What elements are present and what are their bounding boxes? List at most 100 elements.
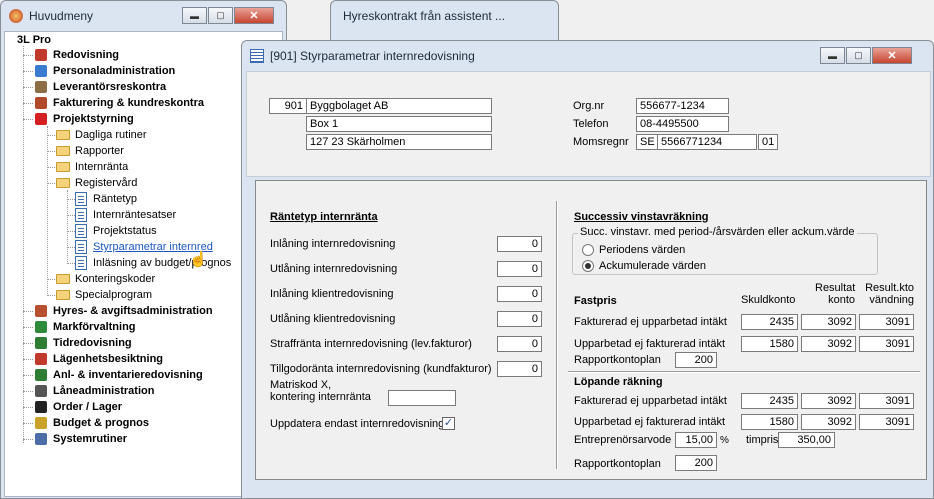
tree-item-0-label: Redovisning: [53, 49, 120, 61]
fast_rows-resultvandning[interactable]: 3091: [859, 336, 914, 352]
tree-connector: [47, 279, 55, 280]
main-title: Huvudmeny: [29, 9, 94, 23]
tree-item2-4[interactable]: Anl- & inventarieredovisning: [33, 367, 203, 383]
tree-item2-2[interactable]: Tidredovisning: [33, 335, 132, 351]
rantetyp-row-field[interactable]: 0: [497, 311, 542, 327]
company-address[interactable]: Box 1: [306, 116, 492, 132]
fast_rows-label: Fakturerad ej upparbetad intäkt: [574, 316, 727, 328]
company-number[interactable]: 901: [269, 98, 307, 114]
hyreskontrakt-titlebar[interactable]: Hyreskontrakt från assistent ...: [331, 1, 558, 31]
tree-item-2[interactable]: Leverantörsreskontra: [33, 79, 166, 95]
moms-suffix-field[interactable]: 01: [758, 134, 778, 150]
radio-ackumulerade[interactable]: Ackumulerade värden: [582, 260, 706, 273]
tree-item2-0[interactable]: Hyres- & avgiftsadministration: [33, 303, 213, 319]
lop_rows-resultvandning[interactable]: 3091: [859, 393, 914, 409]
tree-connector: [47, 295, 55, 296]
dialog-close-button[interactable]: ✕: [872, 47, 912, 64]
telefon-field[interactable]: 08-4495500: [636, 116, 729, 132]
org-field[interactable]: 556677-1234: [636, 98, 729, 114]
tree-sub-3[interactable]: Registervård: [55, 175, 137, 191]
tree-item2-6[interactable]: Order / Lager: [33, 399, 122, 415]
folder-icon: [55, 176, 71, 190]
minimize-button[interactable]: ▬: [182, 7, 207, 24]
tree-item2-3[interactable]: Lägenhetsbesiktning: [33, 351, 163, 367]
fast_rows-skuldkonto[interactable]: 1580: [741, 336, 798, 352]
update-checkbox[interactable]: ✓: [442, 417, 455, 430]
tree-sub-1-label: Rapporter: [75, 145, 124, 157]
tree-leaf-0[interactable]: Räntetyp: [73, 191, 137, 207]
moms-number-field[interactable]: 5566771234: [657, 134, 757, 150]
tree-root[interactable]: 3L Pro: [17, 32, 51, 48]
radio-periodens-dot[interactable]: [582, 244, 594, 257]
tree-connector: [47, 135, 55, 136]
radio-periodens[interactable]: Periodens värden: [582, 244, 685, 257]
tree-connector: [47, 183, 55, 184]
close-button[interactable]: ✕: [234, 7, 274, 24]
matriskod-field[interactable]: [388, 390, 456, 406]
company-city[interactable]: 127 23 Skärholmen: [306, 134, 492, 150]
lop_rows-resultatkonto[interactable]: 3092: [801, 414, 856, 430]
rantetyp-row-field[interactable]: 0: [497, 261, 542, 277]
tree-leaf-1-label: Internräntesatser: [93, 209, 177, 221]
tree-connector: [23, 119, 33, 120]
lop_rows-resultatkonto[interactable]: 3092: [801, 393, 856, 409]
rapport-field-1[interactable]: 200: [675, 352, 717, 368]
dialog-maximize-button[interactable]: ▢: [846, 47, 871, 64]
rantetyp-row-field[interactable]: 0: [497, 286, 542, 302]
hyreskontrakt-title: Hyreskontrakt från assistent ...: [343, 9, 506, 23]
tree-item-3[interactable]: Fakturering & kundreskontra: [33, 95, 204, 111]
folder-icon: [55, 160, 71, 174]
tree-item2-8[interactable]: Systemrutiner: [33, 431, 127, 447]
fast_rows-resultatkonto[interactable]: 3092: [801, 314, 856, 330]
tree-item-1[interactable]: Personaladministration: [33, 63, 175, 79]
tree-connector: [67, 190, 68, 262]
update-label: Uppdatera endast internredovisning: [270, 418, 445, 430]
tree-sub-2[interactable]: Internränta: [55, 159, 128, 175]
tree-item2-1[interactable]: Markförvaltning: [33, 319, 136, 335]
vinstavr-group-title: Succ. vinstavr. med period-/årsvärden el…: [578, 226, 857, 238]
tree-leaf-1[interactable]: Internräntesatser: [73, 207, 176, 223]
radio-ackumulerade-dot[interactable]: [582, 260, 594, 273]
rapport-label-2: Rapportkontoplan: [574, 458, 661, 470]
styrparametrar-dialog[interactable]: [901] Styrparametrar internredovisning ▬…: [241, 40, 934, 499]
fast_rows-resultatkonto[interactable]: 3092: [801, 336, 856, 352]
folder-icon: [55, 144, 71, 158]
tree-sub-3-label: Registervård: [75, 177, 138, 189]
tree-sub-0[interactable]: Dagliga rutiner: [55, 127, 147, 143]
lop_rows-skuldkonto[interactable]: 2435: [741, 393, 798, 409]
moms-country-field[interactable]: SE: [636, 134, 658, 150]
tree-leaf-2[interactable]: Projektstatus: [73, 223, 157, 239]
tree-item-2-label: Leverantörsreskontra: [53, 81, 167, 93]
lop_rows-resultvandning[interactable]: 3091: [859, 414, 914, 430]
company-name[interactable]: Byggbolaget AB: [306, 98, 492, 114]
document-icon: [73, 256, 89, 270]
tree-item-0[interactable]: Redovisning: [33, 47, 119, 63]
tree-item-1-label: Personaladministration: [53, 65, 176, 77]
arvode-field[interactable]: 15,00: [675, 432, 717, 448]
tree-item2-7[interactable]: Budget & prognos: [33, 415, 149, 431]
tree-connector: [23, 343, 33, 344]
tree-sub-1[interactable]: Rapporter: [55, 143, 124, 159]
dialog-minimize-button[interactable]: ▬: [820, 47, 845, 64]
tree-item-4[interactable]: Projektstyrning: [33, 111, 134, 127]
chart-icon: [33, 368, 49, 382]
timpris-field[interactable]: 350,00: [778, 432, 835, 448]
rantetyp-row-field[interactable]: 0: [497, 361, 542, 377]
rantetyp-row-field[interactable]: 0: [497, 236, 542, 252]
tree-item-3-label: Fakturering & kundreskontra: [53, 97, 204, 109]
tree-connector: [23, 46, 24, 443]
rapport-field-2[interactable]: 200: [675, 455, 717, 471]
tree-connector: [23, 439, 33, 440]
fast_rows-skuldkonto[interactable]: 2435: [741, 314, 798, 330]
tree-sub2-0-label: Konteringskoder: [75, 273, 156, 285]
fast_rows-resultvandning[interactable]: 3091: [859, 314, 914, 330]
tree-sub-0-label: Dagliga rutiner: [75, 129, 147, 141]
tree-item2-5[interactable]: Låneadministration: [33, 383, 154, 399]
tree-sub2-1[interactable]: Specialprogram: [55, 287, 152, 303]
maximize-button[interactable]: ▢: [208, 7, 233, 24]
tree-sub2-0[interactable]: Konteringskoder: [55, 271, 155, 287]
lop_rows-skuldkonto[interactable]: 1580: [741, 414, 798, 430]
clipboard-icon: [33, 352, 49, 366]
document-icon: [73, 192, 89, 206]
rantetyp-row-field[interactable]: 0: [497, 336, 542, 352]
